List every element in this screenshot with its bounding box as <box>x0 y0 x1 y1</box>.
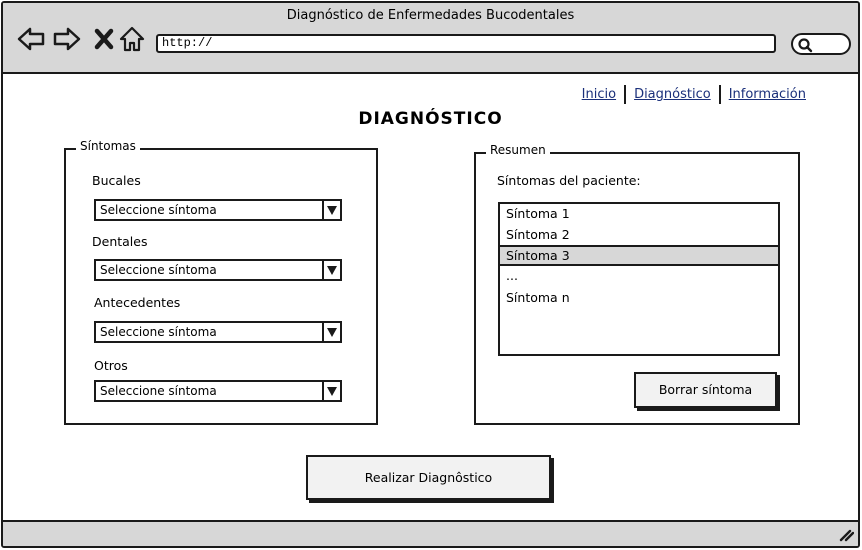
dropdown-arrow-icon[interactable] <box>322 382 340 400</box>
search-icon <box>798 38 813 53</box>
resumen-panel: Resumen Síntomas del paciente: Síntoma 1… <box>474 143 800 425</box>
nav-separator <box>718 85 721 104</box>
realizar-diagnostico-button[interactable]: Realizar Diagnôstico <box>306 455 551 500</box>
back-arrow-icon[interactable] <box>17 25 45 53</box>
select-value: Seleccione síntoma <box>100 384 217 398</box>
list-item[interactable]: ... <box>500 266 778 287</box>
select-value: Seleccione síntoma <box>100 263 217 277</box>
list-item[interactable]: Síntoma 2 <box>500 225 778 246</box>
dropdown-arrow-icon[interactable] <box>322 261 340 279</box>
borrar-sintoma-button[interactable]: Borrar síntoma <box>634 372 777 408</box>
window-title: Diagnóstico de Enfermedades Bucodentales <box>286 8 575 23</box>
nav-link-informacion[interactable]: Información <box>729 87 806 102</box>
close-x-icon[interactable] <box>91 25 119 53</box>
list-item[interactable]: Síntoma n <box>500 288 778 309</box>
dropdown-arrow-icon[interactable] <box>322 201 340 219</box>
otros-select[interactable]: Seleccione síntoma <box>94 380 342 402</box>
antecedentes-select[interactable]: Seleccione síntoma <box>94 321 342 343</box>
resumen-legend: Resumen <box>486 143 550 157</box>
dropdown-arrow-icon[interactable] <box>322 323 340 341</box>
dentales-label: Dentales <box>92 234 148 249</box>
home-icon[interactable] <box>118 25 146 53</box>
sintomas-panel: Síntomas Bucales Seleccione síntoma Dent… <box>64 139 378 425</box>
bucales-label: Bucales <box>92 173 141 188</box>
browser-window: Diagnóstico de Enfermedades Bucodentales… <box>1 1 860 548</box>
otros-label: Otros <box>94 358 128 373</box>
nav-link-diagnostico[interactable]: Diagnóstico <box>634 87 711 102</box>
sintomas-legend: Síntomas <box>76 139 140 153</box>
forward-arrow-icon[interactable] <box>53 25 81 53</box>
select-value: Seleccione síntoma <box>100 203 217 217</box>
nav-link-inicio[interactable]: Inicio <box>582 87 616 102</box>
url-input[interactable]: http:// <box>156 34 776 53</box>
bucales-select[interactable]: Seleccione síntoma <box>94 199 342 221</box>
sintomas-paciente-label: Síntomas del paciente: <box>497 173 641 188</box>
status-bar <box>3 520 858 546</box>
browser-toolbar: Diagnóstico de Enfermedades Bucodentales… <box>3 3 858 74</box>
list-item-selected[interactable]: Síntoma 3 <box>500 245 778 266</box>
browser-search-field[interactable] <box>791 33 851 55</box>
list-item[interactable]: Síntoma 1 <box>500 204 778 225</box>
dentales-select[interactable]: Seleccione síntoma <box>94 259 342 281</box>
select-value: Seleccione síntoma <box>100 325 217 339</box>
resize-grip-icon[interactable] <box>838 528 854 542</box>
nav-separator <box>624 85 627 104</box>
page-title: DIAGNÓSTICO <box>358 109 503 129</box>
top-nav: Inicio Diagnóstico Información <box>582 85 806 104</box>
sintomas-paciente-list[interactable]: Síntoma 1 Síntoma 2 Síntoma 3 ... Síntom… <box>498 202 780 356</box>
antecedentes-label: Antecedentes <box>94 295 181 310</box>
